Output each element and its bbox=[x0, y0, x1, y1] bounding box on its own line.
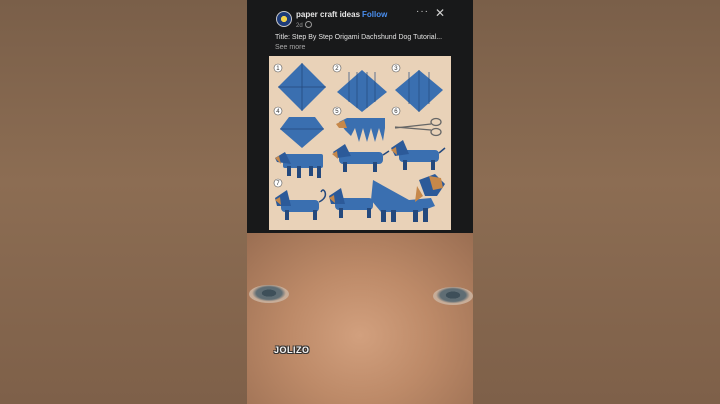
creator-watermark: JOLIZO bbox=[274, 345, 310, 355]
left-eye bbox=[249, 285, 289, 303]
step-4-fold bbox=[280, 117, 324, 148]
step-dachshund-c bbox=[391, 140, 446, 170]
page-avatar[interactable] bbox=[276, 11, 292, 27]
post-meta: 2d bbox=[296, 21, 312, 29]
close-icon[interactable]: ✕ bbox=[435, 6, 445, 20]
video-frame: paper craft ideas Follow 2d ··· ✕ Title:… bbox=[247, 0, 473, 404]
right-eye bbox=[433, 287, 473, 305]
origami-tutorial-image[interactable]: 1 2 3 4 5 6 7 bbox=[269, 56, 451, 230]
step-dachshund-final bbox=[371, 174, 445, 222]
scissors-icon bbox=[394, 117, 442, 137]
step-dachshund-d bbox=[275, 189, 327, 220]
blurred-background-right bbox=[473, 0, 720, 404]
post-caption: Title: Step By Step Origami Dachshund Do… bbox=[275, 33, 455, 53]
more-options-icon[interactable]: ··· bbox=[416, 6, 429, 17]
page-name[interactable]: paper craft ideas bbox=[296, 10, 360, 19]
blurred-background-left bbox=[0, 0, 247, 404]
follow-button[interactable]: Follow bbox=[362, 10, 387, 19]
step-dachshund-a bbox=[275, 152, 323, 178]
reaction-face-overlay: JOLIZO bbox=[247, 233, 473, 404]
caption-text: Title: Step By Step Origami Dachshund Do… bbox=[275, 34, 443, 41]
post-time: 2d bbox=[296, 23, 303, 29]
see-more-link[interactable]: See more bbox=[275, 44, 305, 51]
step-dachshund-b bbox=[332, 144, 390, 172]
post-header: paper craft ideas Follow 2d ··· ✕ bbox=[247, 0, 473, 32]
globe-icon bbox=[304, 21, 312, 28]
step-2-diamond bbox=[337, 70, 387, 112]
step-5-pleats bbox=[339, 118, 385, 142]
origami-steps-illustration: 1 2 3 4 5 6 7 bbox=[273, 63, 446, 222]
step-dachshund-e bbox=[329, 188, 380, 218]
